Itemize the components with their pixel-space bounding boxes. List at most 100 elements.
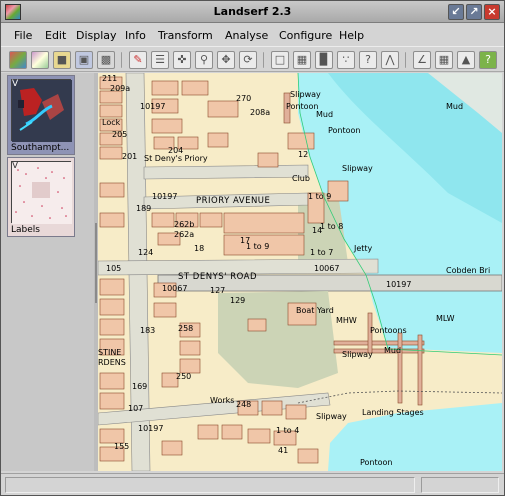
map-label: 1 to 9 bbox=[308, 192, 331, 201]
profile-icon[interactable]: ⋀ bbox=[381, 51, 399, 69]
splitter-grip[interactable] bbox=[95, 223, 97, 303]
pan-icon[interactable]: ✥ bbox=[217, 51, 235, 69]
map-label: Works bbox=[210, 396, 234, 405]
thumbnail-labels[interactable]: V Labels bbox=[7, 157, 75, 237]
menu-display[interactable]: Display bbox=[76, 29, 117, 42]
stats-icon[interactable]: ▦ bbox=[293, 51, 311, 69]
comment-icon[interactable]: □ bbox=[271, 51, 289, 69]
map-label: 262a bbox=[174, 230, 194, 239]
map-label: 1 to 7 bbox=[310, 248, 333, 257]
menu-help[interactable]: Help bbox=[339, 29, 364, 42]
map-label: 10067 bbox=[314, 264, 339, 273]
map-label: PRIORY AVENUE bbox=[196, 196, 270, 206]
status-message bbox=[5, 477, 415, 493]
close-button[interactable]: × bbox=[484, 4, 500, 20]
scatter-icon[interactable]: ∵ bbox=[337, 51, 355, 69]
map-label: Mud bbox=[316, 110, 333, 119]
crosshair-icon[interactable]: ✜ bbox=[173, 51, 191, 69]
menu-bar: File Edit Display Info Transform Analyse… bbox=[1, 24, 504, 46]
new-raster-icon[interactable] bbox=[9, 51, 27, 69]
map-label: 127 bbox=[210, 286, 225, 295]
map-label: Pontoon bbox=[328, 126, 361, 135]
map-label: 209a bbox=[110, 84, 130, 93]
map-label: Pontoon bbox=[360, 458, 393, 467]
visibility-badge[interactable]: V bbox=[12, 161, 18, 171]
edit-pencil-icon[interactable]: ✎ bbox=[129, 51, 147, 69]
road bbox=[143, 164, 309, 180]
map-label: 12 bbox=[298, 150, 308, 159]
map-label: 250 bbox=[176, 372, 191, 381]
labels-vector-thumbnail bbox=[11, 161, 72, 224]
map-label: Mud bbox=[384, 346, 401, 355]
map-label: 10197 bbox=[386, 280, 411, 289]
toolbar-separator bbox=[121, 52, 123, 68]
map-label: 258 bbox=[178, 324, 193, 333]
terrain-icon[interactable]: ▲ bbox=[457, 51, 475, 69]
refresh-icon[interactable]: ⟳ bbox=[239, 51, 257, 69]
map-label: 169 bbox=[132, 382, 147, 391]
grid-icon[interactable]: ▦ bbox=[435, 51, 453, 69]
save-icon[interactable]: ▣ bbox=[75, 51, 93, 69]
visibility-badge[interactable]: V bbox=[12, 79, 18, 89]
map-label: MHW bbox=[336, 316, 357, 325]
map-label: 189 bbox=[136, 204, 151, 213]
map-label: STINE bbox=[98, 348, 121, 357]
new-vector-icon[interactable] bbox=[31, 51, 49, 69]
map-label: Slipway bbox=[290, 90, 321, 99]
landserf-window: Landserf 2.3 ↙ ↗ × File Edit Display Inf… bbox=[0, 0, 505, 496]
thumbnail-label: Southampt... bbox=[11, 143, 70, 153]
map-label: ST DENYS' ROAD bbox=[178, 272, 257, 282]
edit-attributes-icon[interactable]: ☰ bbox=[151, 51, 169, 69]
map-label: Slipway bbox=[316, 412, 347, 421]
status-bar bbox=[1, 473, 504, 495]
map-label: 1 to 9 bbox=[246, 242, 269, 251]
menu-file[interactable]: File bbox=[14, 29, 32, 42]
menu-transform[interactable]: Transform bbox=[158, 29, 213, 42]
map-label: 107 bbox=[128, 404, 143, 413]
map-label: 262b bbox=[174, 220, 194, 229]
map-label: 248 bbox=[236, 400, 251, 409]
map-label: 204 bbox=[168, 146, 183, 155]
map-label: RDENS bbox=[98, 358, 126, 367]
toolbar-separator bbox=[263, 52, 265, 68]
window-title: Landserf 2.3 bbox=[213, 5, 292, 18]
maximize-button[interactable]: ↗ bbox=[466, 4, 482, 20]
minimize-button[interactable]: ↙ bbox=[448, 4, 464, 20]
help-icon[interactable]: ? bbox=[479, 51, 497, 69]
southampton-raster-thumbnail bbox=[11, 79, 72, 142]
slope-icon[interactable]: ∠ bbox=[413, 51, 431, 69]
thumbnail-label: Labels bbox=[11, 225, 40, 235]
thumbnail-panel: V Southampt... V Labels bbox=[1, 73, 96, 471]
menu-configure[interactable]: Configure bbox=[279, 29, 332, 42]
map-view[interactable]: 211 209a Slipway Pontoon Mud 270 208a Mu… bbox=[98, 73, 502, 471]
map-label: Pontoon bbox=[286, 102, 319, 111]
map-label: 183 bbox=[140, 326, 155, 335]
zoom-icon[interactable]: ⚲ bbox=[195, 51, 213, 69]
menu-info[interactable]: Info bbox=[125, 29, 146, 42]
map-label: Slipway bbox=[342, 164, 373, 173]
map-label: 10197 bbox=[152, 192, 177, 201]
map-label: 10197 bbox=[138, 424, 163, 433]
open-folder-icon[interactable]: ■ bbox=[53, 51, 71, 69]
map-label: Club bbox=[292, 174, 310, 183]
map-label: 124 bbox=[138, 248, 153, 257]
map-label: 201 bbox=[122, 152, 137, 161]
map-label: 18 bbox=[194, 244, 204, 253]
map-label: Lock bbox=[102, 118, 121, 127]
menu-analyse[interactable]: Analyse bbox=[225, 29, 268, 42]
menu-edit[interactable]: Edit bbox=[45, 29, 66, 42]
map-label: Landing Stages bbox=[362, 408, 424, 417]
histogram-icon[interactable]: ▉ bbox=[315, 51, 333, 69]
map-label: Cobden Bri bbox=[446, 266, 490, 275]
thumbnail-southampton[interactable]: V Southampt... bbox=[7, 75, 75, 155]
map-label: 208a bbox=[250, 108, 270, 117]
map-label: MLW bbox=[436, 314, 455, 323]
map-label: 211 bbox=[102, 74, 117, 83]
title-bar[interactable]: Landserf 2.3 ↙ ↗ × bbox=[1, 1, 504, 23]
query-icon[interactable]: ? bbox=[359, 51, 377, 69]
map-label: Slipway bbox=[342, 350, 373, 359]
print-icon[interactable]: ▩ bbox=[97, 51, 115, 69]
status-coordinates bbox=[421, 477, 499, 493]
map-label: Mud bbox=[446, 102, 463, 111]
map-label: 270 bbox=[236, 94, 251, 103]
